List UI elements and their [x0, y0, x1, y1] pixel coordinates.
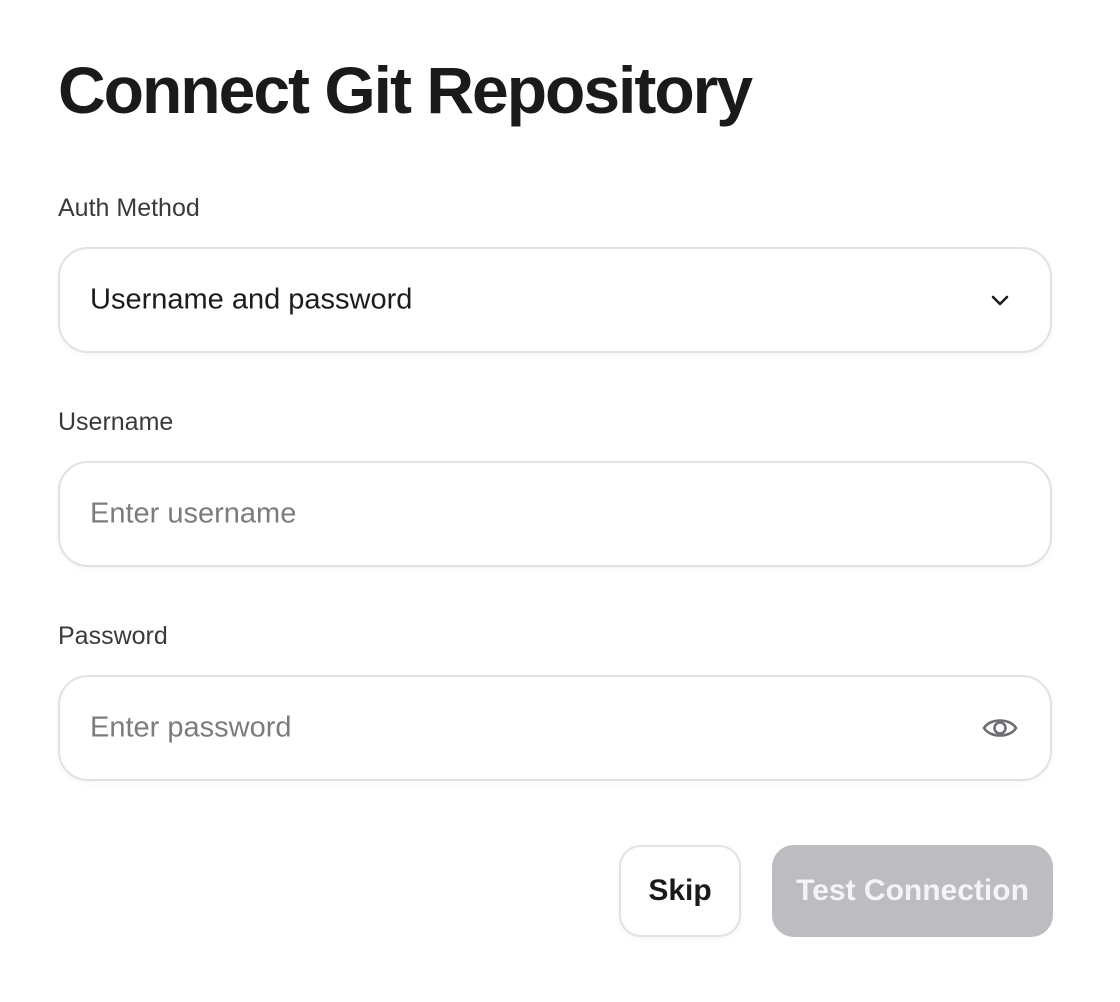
skip-button[interactable]: Skip: [619, 845, 741, 937]
auth-method-selected-value: Username and password: [90, 283, 413, 316]
username-field[interactable]: Enter username: [58, 461, 1052, 567]
password-input[interactable]: Enter password: [90, 712, 292, 745]
password-label: Password: [58, 622, 168, 650]
page-title: Connect Git Repository: [58, 53, 753, 127]
connect-git-repository-form: Connect Git Repository Auth Method Usern…: [0, 0, 1120, 1002]
eye-icon[interactable]: [980, 708, 1020, 748]
chevron-down-icon: [986, 286, 1014, 314]
auth-method-label: Auth Method: [58, 194, 200, 222]
auth-method-select[interactable]: Username and password: [58, 247, 1052, 353]
test-connection-button[interactable]: Test Connection: [772, 845, 1053, 937]
username-label: Username: [58, 408, 174, 436]
password-field[interactable]: Enter password: [58, 675, 1052, 781]
username-input[interactable]: Enter username: [90, 498, 296, 531]
